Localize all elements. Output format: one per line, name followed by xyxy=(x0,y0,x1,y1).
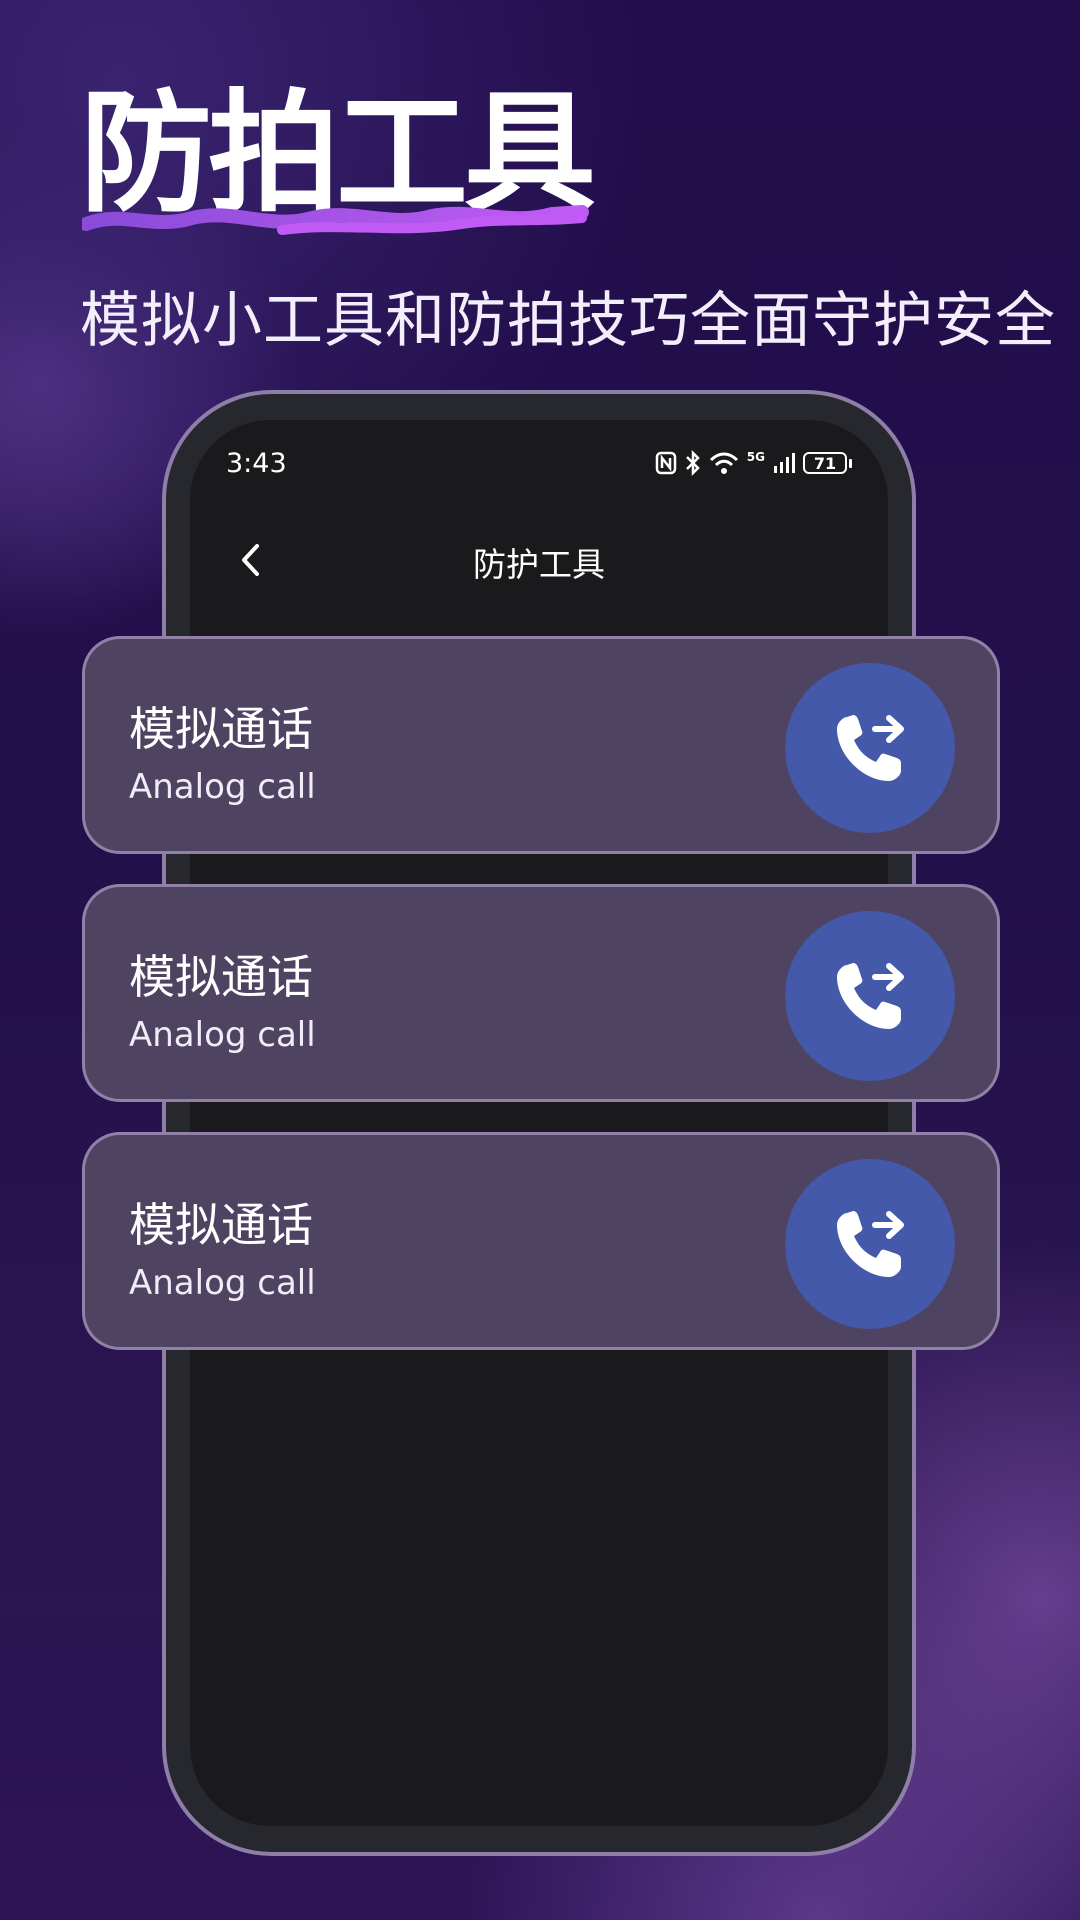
nfc-icon xyxy=(655,451,677,475)
status-icons: 5G 71 xyxy=(655,450,852,476)
title-underline-decoration xyxy=(82,205,589,235)
card-subtitle: Analog call xyxy=(129,1263,316,1303)
nav-bar: 防护工具 xyxy=(190,520,888,600)
wifi-icon xyxy=(709,452,738,474)
card-analog-call[interactable]: 模拟通话 Analog call xyxy=(82,884,1000,1102)
phone-forward-icon xyxy=(837,715,904,781)
signal-icon xyxy=(774,453,795,473)
battery-level: 71 xyxy=(803,452,847,474)
analog-call-button[interactable] xyxy=(785,1159,955,1329)
card-analog-call[interactable]: 模拟通话 Analog call xyxy=(82,636,1000,854)
analog-call-button[interactable] xyxy=(785,663,955,833)
phone-screen: 3:43 5G 71 防护工具 xyxy=(190,420,888,1826)
card-title: 模拟通话 xyxy=(129,1198,313,1252)
hero-subtitle: 模拟小工具和防拍技巧全面守护安全 xyxy=(80,286,1056,356)
analog-call-button[interactable] xyxy=(785,911,955,1081)
status-bar: 3:43 5G 71 xyxy=(190,448,888,488)
card-subtitle: Analog call xyxy=(129,1015,316,1055)
status-time: 3:43 xyxy=(226,448,287,479)
card-title: 模拟通话 xyxy=(129,950,313,1004)
card-analog-call[interactable]: 模拟通话 Analog call xyxy=(82,1132,1000,1350)
phone-forward-icon xyxy=(837,963,904,1029)
bluetooth-icon xyxy=(685,450,700,476)
card-title: 模拟通话 xyxy=(129,702,313,756)
network-label: 5G xyxy=(746,450,765,464)
nav-title: 防护工具 xyxy=(473,545,605,584)
card-subtitle: Analog call xyxy=(129,767,316,807)
phone-forward-icon xyxy=(837,1211,904,1277)
battery-indicator: 71 xyxy=(803,452,852,474)
